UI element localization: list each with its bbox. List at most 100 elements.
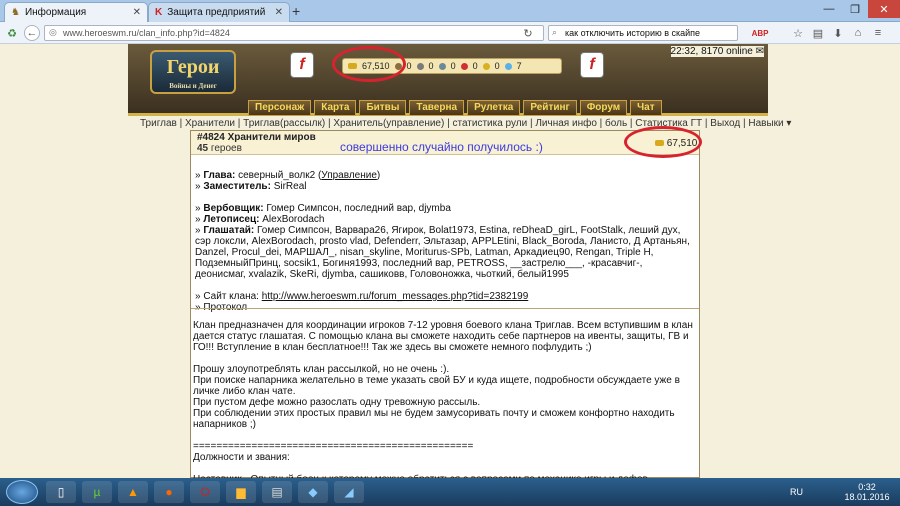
recruiter-row: » Вербовщик: Гомер Симпсон, последний ва… bbox=[195, 203, 451, 214]
clan-info: » Глава: северный_волк2 (Управление) » З… bbox=[195, 170, 695, 313]
sulfur-icon bbox=[460, 62, 468, 70]
deputy-label: Заместитель: bbox=[203, 181, 271, 192]
site-link[interactable]: http://www.heroeswm.ru/forum_messages.ph… bbox=[262, 291, 529, 302]
logo-title: Герои bbox=[166, 56, 220, 78]
menu-forum[interactable]: Форум bbox=[579, 100, 628, 116]
menu-map[interactable]: Карта bbox=[314, 100, 357, 116]
search-text: как отключить историю в скайпе bbox=[565, 28, 701, 38]
manage-link[interactable]: Управление bbox=[321, 170, 377, 181]
desc-divider: ========================================… bbox=[193, 441, 474, 452]
site-favicon-icon: K bbox=[155, 7, 163, 18]
system-clock[interactable]: 0:32 18.01.2016 bbox=[838, 482, 896, 502]
recruiter-label: Вербовщик: bbox=[203, 203, 264, 214]
reload-icon[interactable]: ↻ bbox=[520, 25, 536, 41]
new-tab-icon[interactable]: + bbox=[292, 3, 300, 19]
folder-icon[interactable]: ▆ bbox=[226, 481, 256, 503]
tab-label: Информация bbox=[24, 7, 87, 18]
heralds-label: Глашатай: bbox=[203, 225, 255, 236]
star-icon[interactable]: ☆ bbox=[790, 25, 806, 41]
menu-tavern[interactable]: Таверна bbox=[409, 100, 465, 116]
close-tab-icon[interactable]: ✕ bbox=[133, 7, 141, 18]
sulfur-amount: 0 bbox=[472, 61, 478, 71]
crystal-amount: 0 bbox=[494, 61, 500, 71]
start-button[interactable] bbox=[6, 480, 38, 504]
site-row: » Сайт клана: http://www.heroeswm.ru/for… bbox=[195, 291, 529, 302]
head-label: Глава: bbox=[203, 170, 236, 181]
crystal-icon bbox=[482, 62, 490, 70]
clan-name: #4824 Хранители миров bbox=[197, 132, 316, 143]
tab-info[interactable]: ♞ Информация ✕ bbox=[4, 2, 148, 22]
menu-battles[interactable]: Битвы bbox=[359, 100, 407, 116]
ranks-title: Должности и звания: bbox=[193, 452, 290, 463]
site-favicon-icon: ♞ bbox=[11, 7, 20, 18]
chronicler-label: Летописец: bbox=[203, 214, 260, 225]
close-window-icon[interactable]: ✕ bbox=[868, 0, 900, 18]
heralds-names[interactable]: Гомер Симпсон, Варвара26, Ягирок, Bolat1… bbox=[195, 225, 690, 280]
menu-icon[interactable]: ≡ bbox=[870, 25, 886, 41]
desc-paragraph: Клан предназначен для координации игроко… bbox=[193, 320, 693, 353]
desc-paragraph: При пустом дефе можно разослать одну тре… bbox=[193, 397, 481, 408]
annotation-circle bbox=[332, 46, 406, 82]
menu-chat[interactable]: Чат bbox=[630, 100, 662, 116]
close-tab-icon[interactable]: ✕ bbox=[275, 7, 283, 18]
flash-icon[interactable]: f bbox=[580, 52, 604, 78]
game-logo[interactable]: Герои Войны и Денег bbox=[150, 50, 236, 94]
recruiter-names[interactable]: Гомер Симпсон, последний вар, djymba bbox=[266, 203, 451, 214]
members-label: героев bbox=[210, 143, 242, 154]
wood-amount: 0 bbox=[406, 61, 412, 71]
head-name[interactable]: северный_волк2 bbox=[238, 170, 315, 181]
desc-paragraph: При соблюдении этих простых правил мы не… bbox=[193, 408, 675, 430]
gem-amount: 7 bbox=[516, 61, 522, 71]
clock-time: 0:32 bbox=[858, 482, 876, 492]
mail-icon[interactable]: ✉ bbox=[756, 46, 764, 57]
chronicler-name[interactable]: AlexBorodach bbox=[262, 214, 324, 225]
tab-protection[interactable]: K Защита предприятий ✕ bbox=[148, 2, 290, 22]
members-number: 45 bbox=[197, 143, 209, 154]
logo-subtitle: Войны и Денег bbox=[169, 82, 217, 90]
file-icon[interactable]: ▯ bbox=[46, 481, 76, 503]
ore-amount: 0 bbox=[428, 61, 434, 71]
head-row: » Глава: северный_волк2 (Управление) bbox=[195, 170, 381, 181]
language-indicator[interactable]: RU bbox=[790, 487, 803, 497]
deputy-row: » Заместитель: SirReal bbox=[195, 181, 307, 192]
mercury-icon bbox=[438, 62, 446, 70]
ore-icon bbox=[416, 62, 424, 70]
subnav-links[interactable]: Триглав | Хранители | Триглав(рассылк) |… bbox=[140, 118, 791, 129]
app-icon[interactable]: ◆ bbox=[298, 481, 328, 503]
clock-date: 18.01.2016 bbox=[844, 492, 890, 502]
addon-icon[interactable]: ♻ bbox=[4, 25, 20, 41]
clan-members-count: 45 героев bbox=[197, 143, 242, 154]
app-icon[interactable]: ◢ bbox=[334, 481, 364, 503]
flash-icon[interactable]: f bbox=[290, 52, 314, 78]
back-icon[interactable]: ← bbox=[24, 25, 40, 41]
divider bbox=[191, 308, 699, 309]
maximize-icon[interactable]: ❐ bbox=[842, 0, 868, 18]
online-status: 22:32, 8170 online ✉ bbox=[670, 46, 764, 57]
firefox-icon[interactable]: ● bbox=[154, 481, 184, 503]
site-label: Сайт клана: bbox=[203, 291, 259, 302]
utorrent-icon[interactable]: µ bbox=[82, 481, 112, 503]
files-icon[interactable]: ▤ bbox=[262, 481, 292, 503]
menu-character[interactable]: Персонаж bbox=[248, 100, 312, 116]
deputy-name[interactable]: SirReal bbox=[274, 181, 307, 192]
opera-icon[interactable]: O bbox=[190, 481, 220, 503]
desc-paragraph: Прошу злоупотреблять клан рассылкой, но … bbox=[193, 364, 450, 375]
minimize-icon[interactable]: — bbox=[816, 0, 842, 18]
adblock-icon[interactable]: ABP bbox=[752, 25, 769, 41]
menu-roulette[interactable]: Рулетка bbox=[467, 100, 521, 116]
menu-rating[interactable]: Рейтинг bbox=[523, 100, 577, 116]
search-input[interactable]: ⌕ как отключить историю в скайпе bbox=[548, 25, 738, 41]
home-icon[interactable]: ⌂ bbox=[850, 25, 866, 41]
desc-paragraph: При поиске напарника желательно в теме у… bbox=[193, 375, 680, 397]
reader-icon[interactable]: ▤ bbox=[810, 25, 826, 41]
url-bar[interactable]: ◎ www.heroeswm.ru/clan_info.php?id=4824 bbox=[44, 25, 544, 41]
globe-icon: ◎ bbox=[49, 27, 57, 37]
download-icon[interactable]: ⬇ bbox=[830, 25, 846, 41]
annotation-text: совершенно случайно получилось :) bbox=[340, 140, 543, 154]
aimp-icon[interactable]: ▲ bbox=[118, 481, 148, 503]
annotation-circle bbox=[624, 126, 702, 158]
